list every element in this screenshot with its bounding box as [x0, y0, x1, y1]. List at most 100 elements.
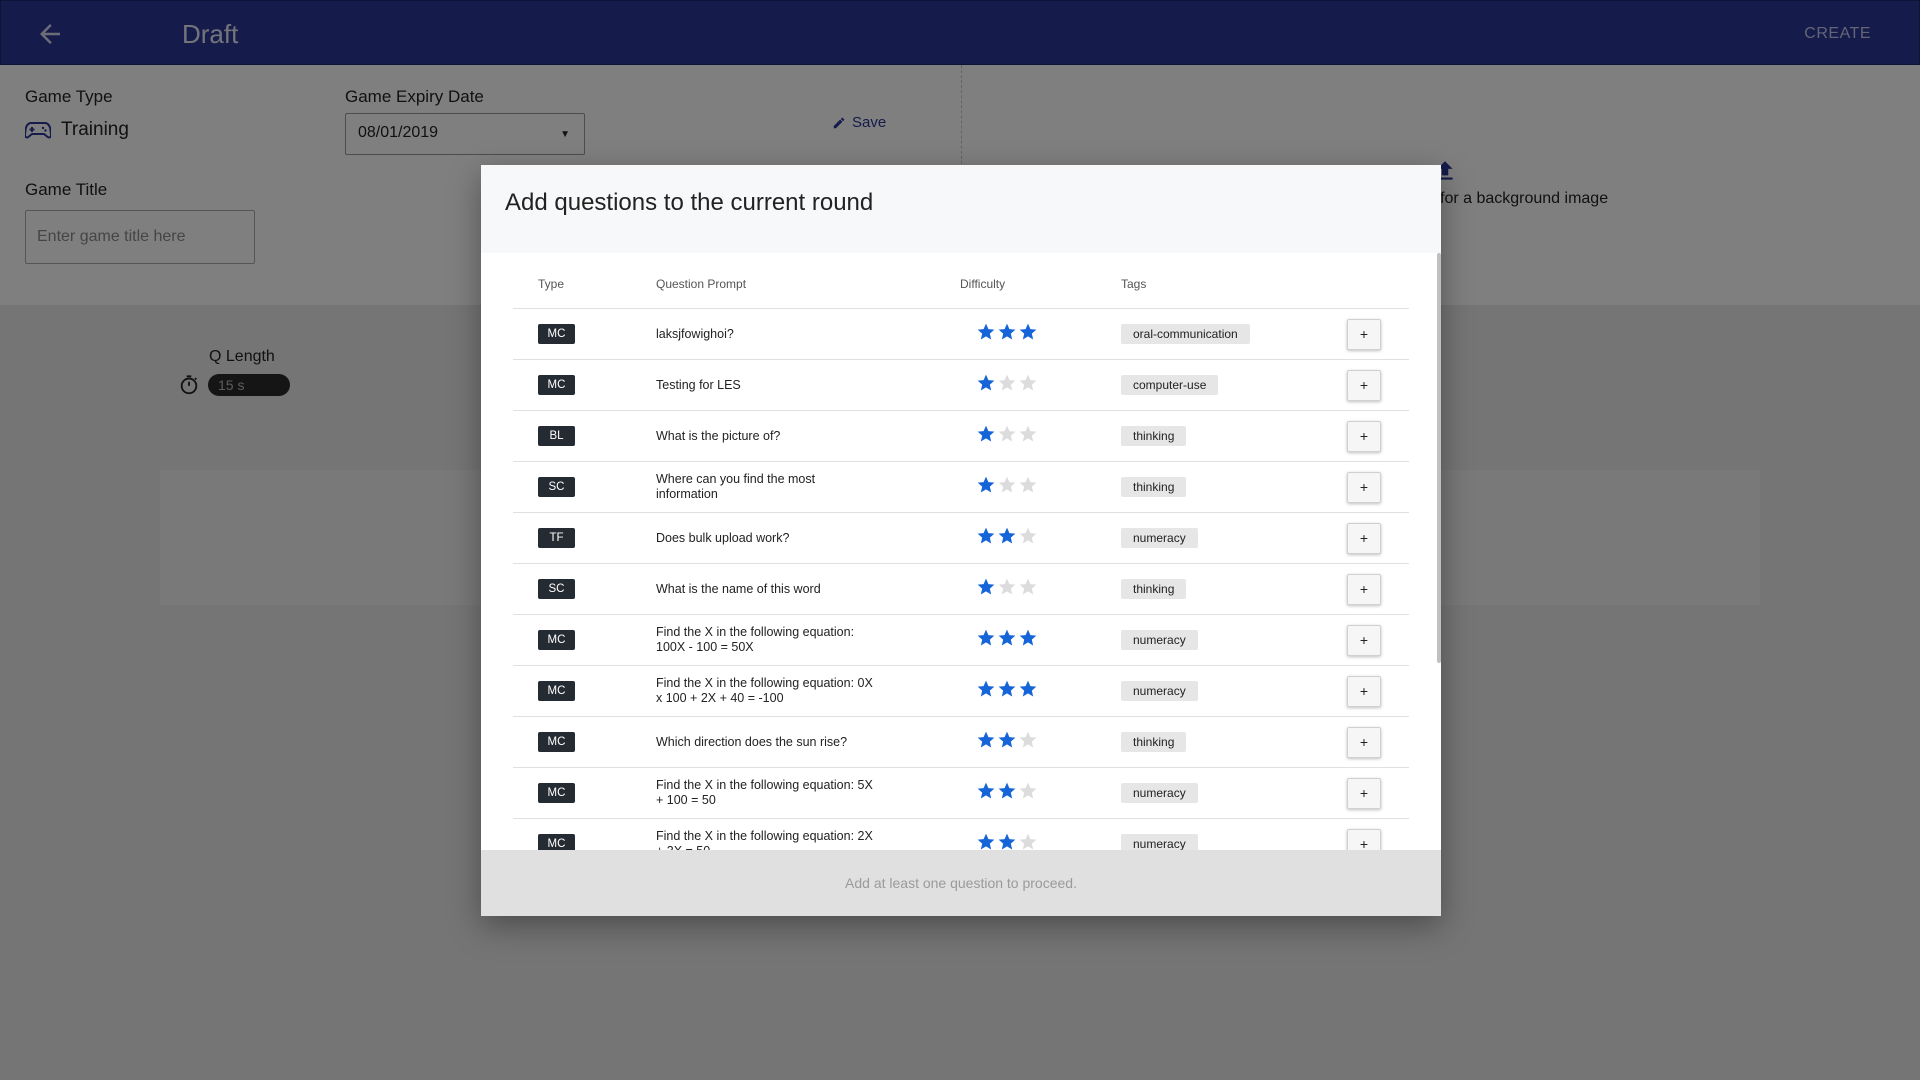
star-icon [998, 629, 1016, 646]
table-row: MC Which direction does the sun rise? thin… [513, 717, 1409, 768]
star-icon [977, 782, 995, 799]
difficulty-rating [976, 628, 1038, 648]
scrollbar[interactable] [1437, 253, 1441, 663]
question-prompt: What is the name of this word [656, 582, 821, 596]
star-icon [998, 731, 1016, 748]
tag-chip: thinking [1121, 579, 1187, 599]
table-header: Type Question Prompt Difficulty Tags [513, 253, 1409, 309]
tag-chip: numeracy [1121, 528, 1198, 548]
question-type-badge: MC [538, 375, 575, 395]
dialog-footer: Add at least one question to proceed. [481, 850, 1441, 916]
star-icon [998, 782, 1016, 799]
difficulty-rating [976, 781, 1038, 801]
star-icon [998, 476, 1016, 493]
table-row: SC What is the name of this word thinking + [513, 564, 1409, 615]
star-icon [977, 476, 995, 493]
star-icon [998, 680, 1016, 697]
difficulty-rating [976, 373, 1038, 393]
difficulty-rating [976, 322, 1038, 342]
table-row: TF Does bulk upload work? numeracy + [513, 513, 1409, 564]
star-icon [1019, 680, 1037, 697]
table-row: BL What is the picture of? thinking + [513, 411, 1409, 462]
table-row: MC Find the X in the following equation: … [513, 819, 1409, 850]
column-header-difficulty: Difficulty [960, 277, 1006, 291]
star-icon [977, 527, 995, 544]
star-icon [977, 833, 995, 850]
star-icon [977, 680, 995, 697]
table-row: MC Find the X in the following equation: … [513, 768, 1409, 819]
star-icon [977, 731, 995, 748]
difficulty-rating [976, 424, 1038, 444]
question-prompt: Find the X in the following equation: 5X… [656, 778, 873, 807]
add-question-button[interactable]: + [1347, 829, 1381, 850]
star-icon [1019, 323, 1037, 340]
star-icon [998, 425, 1016, 442]
difficulty-rating [976, 577, 1038, 597]
star-icon [998, 833, 1016, 850]
star-icon [977, 578, 995, 595]
question-type-badge: MC [538, 681, 575, 701]
add-question-button[interactable]: + [1347, 625, 1381, 656]
star-icon [1019, 476, 1037, 493]
questions-table-container[interactable]: Type Question Prompt Difficulty Tags MC l… [481, 253, 1441, 850]
add-question-button[interactable]: + [1347, 574, 1381, 605]
tag-chip: computer-use [1121, 375, 1219, 395]
star-icon [1019, 731, 1037, 748]
question-type-badge: TF [538, 528, 575, 548]
star-icon [1019, 425, 1037, 442]
star-icon [1019, 782, 1037, 799]
star-icon [1019, 374, 1037, 391]
question-prompt: Where can you find the most information [656, 472, 816, 501]
star-icon [998, 527, 1016, 544]
question-prompt: Find the X in the following equation: 2X… [656, 829, 873, 850]
add-question-button[interactable]: + [1347, 778, 1381, 809]
add-question-button[interactable]: + [1347, 727, 1381, 758]
star-icon [977, 629, 995, 646]
add-question-button[interactable]: + [1347, 370, 1381, 401]
add-question-button[interactable]: + [1347, 676, 1381, 707]
tag-chip: numeracy [1121, 783, 1198, 803]
question-type-badge: MC [538, 834, 575, 850]
question-prompt: Which direction does the sun rise? [656, 735, 848, 749]
questions-table: Type Question Prompt Difficulty Tags MC l… [513, 253, 1409, 850]
tag-chip: numeracy [1121, 630, 1198, 650]
star-icon [977, 425, 995, 442]
star-icon [977, 374, 995, 391]
table-body: MC laksjfowighoi? oral-communication + MC Tes… [513, 309, 1409, 850]
star-icon [998, 374, 1016, 391]
difficulty-rating [976, 526, 1038, 546]
table-row: MC Find the X in the following equation: … [513, 615, 1409, 666]
table-row: MC laksjfowighoi? oral-communication + [513, 309, 1409, 360]
star-icon [1019, 629, 1037, 646]
question-prompt: laksjfowighoi? [656, 327, 734, 341]
tag-chip: thinking [1121, 477, 1187, 497]
question-type-badge: BL [538, 426, 575, 446]
question-prompt: Find the X in the following equation: 0X… [656, 676, 873, 705]
tag-chip: thinking [1121, 732, 1187, 752]
add-question-button[interactable]: + [1347, 421, 1381, 452]
table-row: SC Where can you find the most informatio… [513, 462, 1409, 513]
star-icon [998, 578, 1016, 595]
add-question-button[interactable]: + [1347, 523, 1381, 554]
difficulty-rating [976, 679, 1038, 699]
star-icon [1019, 578, 1037, 595]
add-question-button[interactable]: + [1347, 472, 1381, 503]
dialog-header: Add questions to the current round [481, 165, 1441, 253]
question-type-badge: MC [538, 783, 575, 803]
tag-chip: numeracy [1121, 834, 1198, 850]
star-icon [1019, 527, 1037, 544]
star-icon [977, 323, 995, 340]
tag-chip: thinking [1121, 426, 1187, 446]
question-type-badge: MC [538, 324, 575, 344]
question-prompt: Testing for LES [656, 378, 741, 392]
question-type-badge: SC [538, 477, 575, 497]
tag-chip: oral-communication [1121, 324, 1250, 344]
add-questions-dialog: Add questions to the current round Type … [481, 165, 1441, 916]
question-prompt: What is the picture of? [656, 429, 781, 443]
question-prompt: Find the X in the following equation: 10… [656, 625, 855, 654]
column-header-tags: Tags [1121, 277, 1147, 291]
add-question-button[interactable]: + [1347, 319, 1381, 350]
dialog-title: Add questions to the current round [505, 189, 874, 216]
column-header-type: Type [538, 277, 565, 291]
table-row: MC Find the X in the following equation: … [513, 666, 1409, 717]
